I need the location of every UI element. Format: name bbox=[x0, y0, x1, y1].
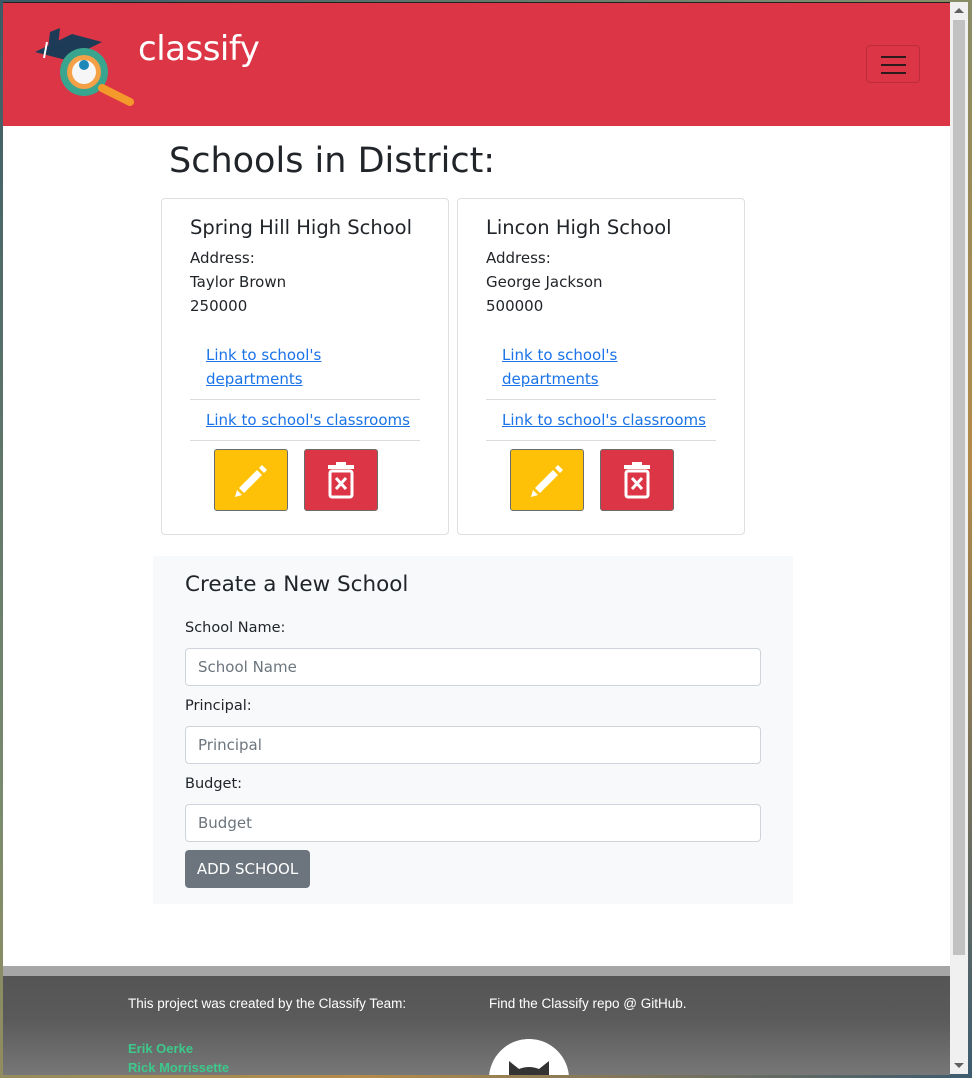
pencil-icon bbox=[235, 465, 267, 497]
scrollbar[interactable] bbox=[950, 2, 968, 1074]
hamburger-icon bbox=[881, 56, 906, 58]
page-title: Schools in District: bbox=[169, 141, 496, 181]
budget-label: Budget: bbox=[185, 776, 243, 792]
classrooms-link[interactable]: Link to school's classrooms bbox=[206, 408, 410, 432]
budget-value: 500000 bbox=[486, 297, 544, 315]
principal-label: Principal: bbox=[185, 698, 252, 714]
departments-link-line2: departments bbox=[206, 370, 303, 388]
divider bbox=[486, 440, 716, 441]
school-name: Lincon High School bbox=[486, 216, 672, 239]
navbar: classify bbox=[3, 3, 950, 126]
nav-menu-toggle-button[interactable] bbox=[866, 45, 920, 83]
brand-name[interactable]: classify bbox=[138, 29, 260, 69]
hamburger-icon-bar bbox=[881, 72, 906, 74]
address-label: Address: bbox=[190, 249, 255, 267]
add-school-button[interactable]: ADD SCHOOL bbox=[185, 850, 310, 888]
form-title: Create a New School bbox=[185, 572, 409, 597]
scroll-down-arrow-icon[interactable] bbox=[954, 1063, 964, 1068]
footer: This project was created by the Classify… bbox=[3, 966, 950, 1075]
budget-value: 250000 bbox=[190, 297, 248, 315]
divider bbox=[190, 440, 420, 441]
divider bbox=[190, 399, 420, 400]
delete-school-button[interactable] bbox=[304, 449, 378, 511]
create-school-form: Create a New School School Name: Princip… bbox=[153, 556, 793, 904]
school-name-input[interactable] bbox=[185, 648, 761, 686]
team-member[interactable]: Rick Morrissette bbox=[128, 1060, 229, 1075]
trash-icon bbox=[328, 462, 354, 499]
edit-school-button[interactable] bbox=[510, 449, 584, 511]
budget-input[interactable] bbox=[185, 804, 761, 842]
departments-link[interactable]: Link to school's departments bbox=[502, 343, 617, 391]
departments-link-line1: Link to school's bbox=[206, 346, 322, 364]
pencil-icon bbox=[531, 465, 563, 497]
hamburger-icon-bar bbox=[881, 64, 906, 66]
departments-link-line2: departments bbox=[502, 370, 599, 388]
delete-school-button[interactable] bbox=[600, 449, 674, 511]
repo-text: Find the Classify repo @ GitHub. bbox=[489, 996, 687, 1011]
scroll-up-arrow-icon[interactable] bbox=[954, 8, 964, 13]
school-card: Spring Hill High School Address: Taylor … bbox=[161, 198, 449, 535]
github-icon[interactable] bbox=[489, 1039, 569, 1075]
classrooms-link[interactable]: Link to school's classrooms bbox=[502, 408, 706, 432]
departments-link-line1: Link to school's bbox=[502, 346, 618, 364]
school-name: Spring Hill High School bbox=[190, 216, 412, 239]
principal-value: Taylor Brown bbox=[190, 273, 287, 291]
departments-link[interactable]: Link to school's departments bbox=[206, 343, 321, 391]
edit-school-button[interactable] bbox=[214, 449, 288, 511]
trash-icon bbox=[624, 462, 650, 499]
browser-window: classify Schools in District: Spring Hil… bbox=[3, 2, 950, 1075]
team-member[interactable]: Erik Oerke bbox=[128, 1041, 193, 1056]
school-card: Lincon High School Address: George Jacks… bbox=[457, 198, 745, 535]
scrollbar-thumb[interactable] bbox=[953, 20, 965, 955]
principal-input[interactable] bbox=[185, 726, 761, 764]
divider bbox=[486, 399, 716, 400]
principal-value: George Jackson bbox=[486, 273, 603, 291]
school-name-label: School Name: bbox=[185, 620, 286, 636]
github-octocat-icon bbox=[489, 1039, 569, 1075]
team-text: This project was created by the Classify… bbox=[128, 996, 407, 1011]
address-label: Address: bbox=[486, 249, 551, 267]
classify-logo-icon[interactable] bbox=[30, 20, 136, 108]
